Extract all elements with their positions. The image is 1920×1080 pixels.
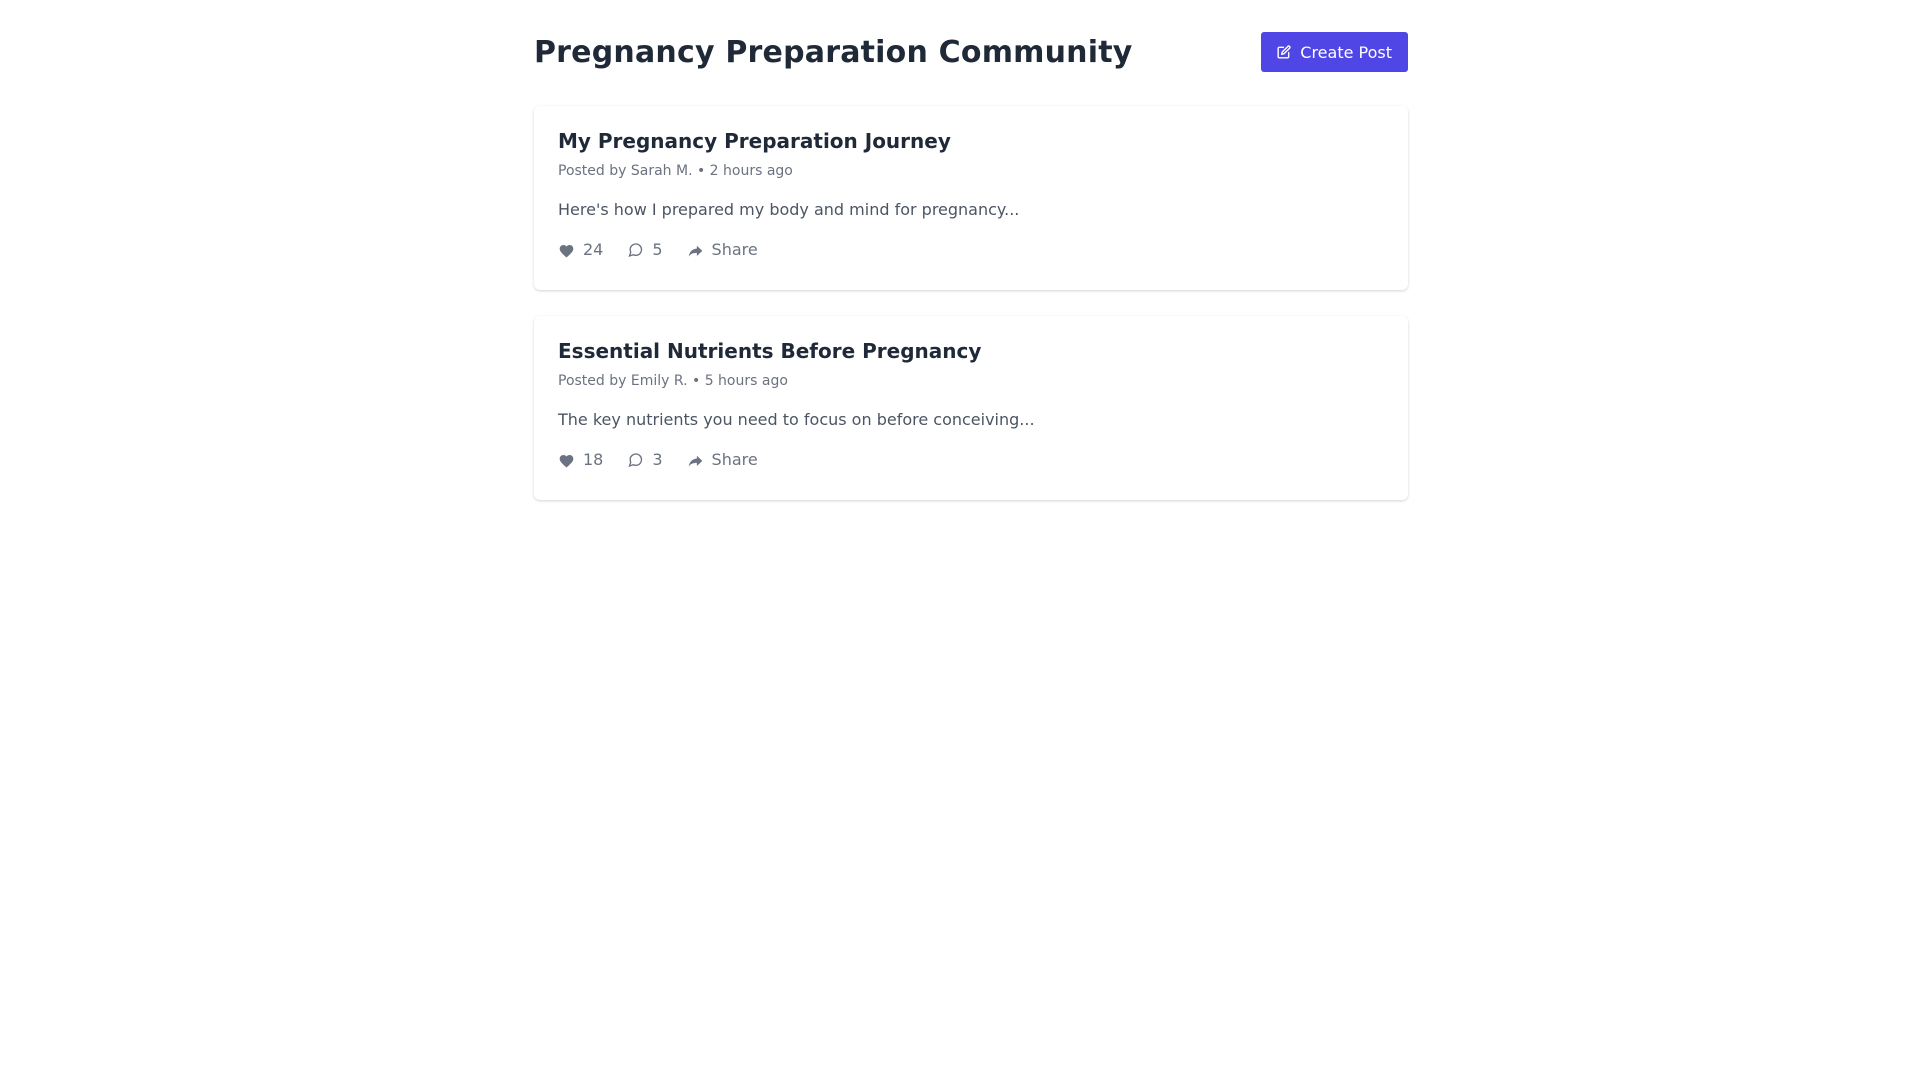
page-title: Pregnancy Preparation Community — [534, 34, 1133, 70]
heart-icon — [559, 454, 574, 468]
heart-icon — [559, 244, 574, 258]
post-list: My Pregnancy Preparation Journey Posted … — [534, 106, 1408, 500]
edit-icon — [1277, 45, 1292, 60]
post-card[interactable]: Essential Nutrients Before Pregnancy Pos… — [534, 316, 1408, 500]
post-title[interactable]: Essential Nutrients Before Pregnancy — [558, 338, 1384, 364]
share-label: Share — [711, 450, 758, 469]
share-icon — [688, 455, 702, 467]
comment-icon — [628, 453, 643, 468]
comment-count: 5 — [652, 240, 663, 259]
post-meta: Posted by Emily R. • 5 hours ago — [558, 373, 788, 389]
comment-button[interactable]: 5 — [627, 240, 663, 260]
post-meta: Posted by Sarah M. • 2 hours ago — [558, 163, 793, 179]
comment-icon — [628, 243, 643, 258]
share-label: Share — [711, 240, 758, 259]
share-button[interactable]: Share — [687, 240, 758, 260]
page-header: Pregnancy Preparation Community Create P… — [534, 32, 1408, 72]
post-card[interactable]: My Pregnancy Preparation Journey Posted … — [534, 106, 1408, 290]
share-icon — [688, 245, 702, 257]
create-post-label: Create Post — [1300, 42, 1392, 62]
post-actions: 18 3 Share — [558, 450, 1384, 470]
share-button[interactable]: Share — [687, 450, 758, 470]
like-button[interactable]: 24 — [558, 240, 603, 260]
post-excerpt: Here's how I prepared my body and mind f… — [558, 200, 1020, 219]
comment-button[interactable]: 3 — [627, 450, 663, 470]
post-title[interactable]: My Pregnancy Preparation Journey — [558, 128, 1384, 154]
post-actions: 24 5 Share — [558, 240, 1384, 260]
like-count: 18 — [583, 450, 604, 469]
like-count: 24 — [583, 240, 604, 259]
comment-count: 3 — [652, 450, 663, 469]
like-button[interactable]: 18 — [558, 450, 603, 470]
page-container: Pregnancy Preparation Community Create P… — [534, 0, 1408, 500]
post-excerpt: The key nutrients you need to focus on b… — [558, 410, 1035, 429]
create-post-button[interactable]: Create Post — [1261, 32, 1408, 72]
